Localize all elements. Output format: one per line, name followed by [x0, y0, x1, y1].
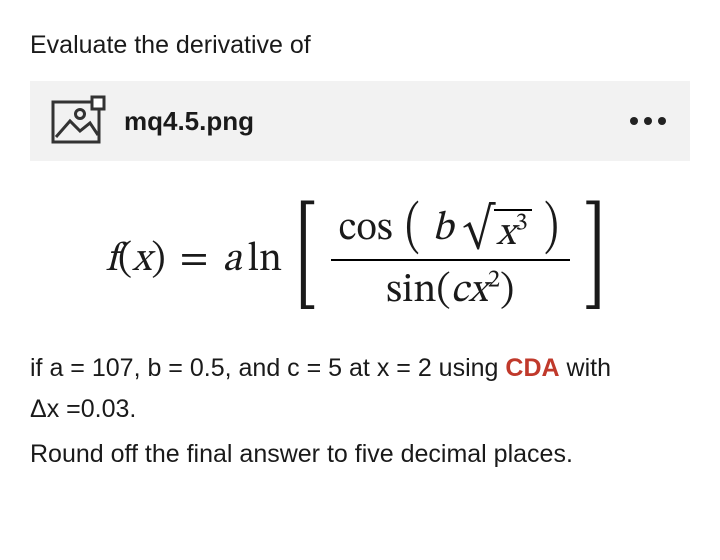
formula-display: f ( x ) = a ln [ cos ( b √ x3 ) sin(cx2)… [30, 189, 690, 345]
sin: sin [386, 271, 436, 311]
value-c: 5 [328, 354, 342, 382]
radicand: x3 [494, 209, 531, 257]
lhs-x: x [132, 232, 151, 288]
exp-3: 3 [515, 211, 527, 236]
value-a: 107 [92, 354, 134, 382]
lhs-f: f [106, 232, 118, 288]
text: if a = [30, 354, 92, 382]
coef-b: b [432, 209, 453, 249]
var-x: x [469, 271, 488, 311]
value-b: 0.5 [190, 354, 225, 382]
lhs-close: ) [151, 232, 165, 288]
sqrt: √ x3 [463, 209, 532, 257]
equals: = [166, 232, 223, 288]
radical-icon: √ [463, 209, 495, 249]
dot-icon [658, 117, 666, 125]
value-x: 2 [418, 354, 432, 382]
right-bracket-icon: ] [583, 204, 605, 308]
more-options-button[interactable] [630, 117, 670, 125]
value-dx: 0.03 [81, 395, 130, 423]
text: Δx = [30, 395, 81, 423]
paren-close: ) [500, 271, 514, 311]
attachment-filename: mq4.5.png [124, 103, 630, 139]
text: at x = [342, 354, 418, 382]
method-label: CDA [505, 354, 559, 382]
text: using [432, 354, 506, 382]
problem-prompt: Evaluate the derivative of [30, 28, 690, 63]
paren-open: ( [436, 271, 450, 311]
image-placeholder-icon [50, 95, 106, 147]
exp-2: 2 [488, 268, 500, 293]
conditions-line-1: if a = 107, b = 0.5, and c = 5 at x = 2 … [30, 351, 690, 386]
denominator: sin(cx2) [378, 261, 522, 321]
ln: ln [248, 232, 282, 288]
attachment-row: mq4.5.png [30, 81, 690, 161]
cos: cos [339, 209, 393, 249]
left-bracket-icon: [ [295, 204, 317, 308]
coef-a: a [222, 232, 241, 288]
var-x: x [496, 214, 515, 254]
text: , and c = [225, 354, 329, 382]
rounding-instruction: Round off the final answer to five decim… [30, 437, 690, 472]
text: with [560, 354, 611, 382]
numerator: cos ( b √ x3 ) [331, 199, 570, 259]
fraction: cos ( b √ x3 ) sin(cx2) [331, 199, 570, 321]
paren-close-icon: ) [544, 205, 559, 251]
dot-icon [644, 117, 652, 125]
text: . [129, 395, 136, 423]
conditions-line-2: Δx =0.03. [30, 392, 690, 427]
text: , b = [134, 354, 190, 382]
dot-icon [630, 117, 638, 125]
coef-c: c [451, 271, 469, 311]
lhs-open: ( [118, 232, 132, 288]
paren-open-icon: ( [405, 205, 420, 251]
